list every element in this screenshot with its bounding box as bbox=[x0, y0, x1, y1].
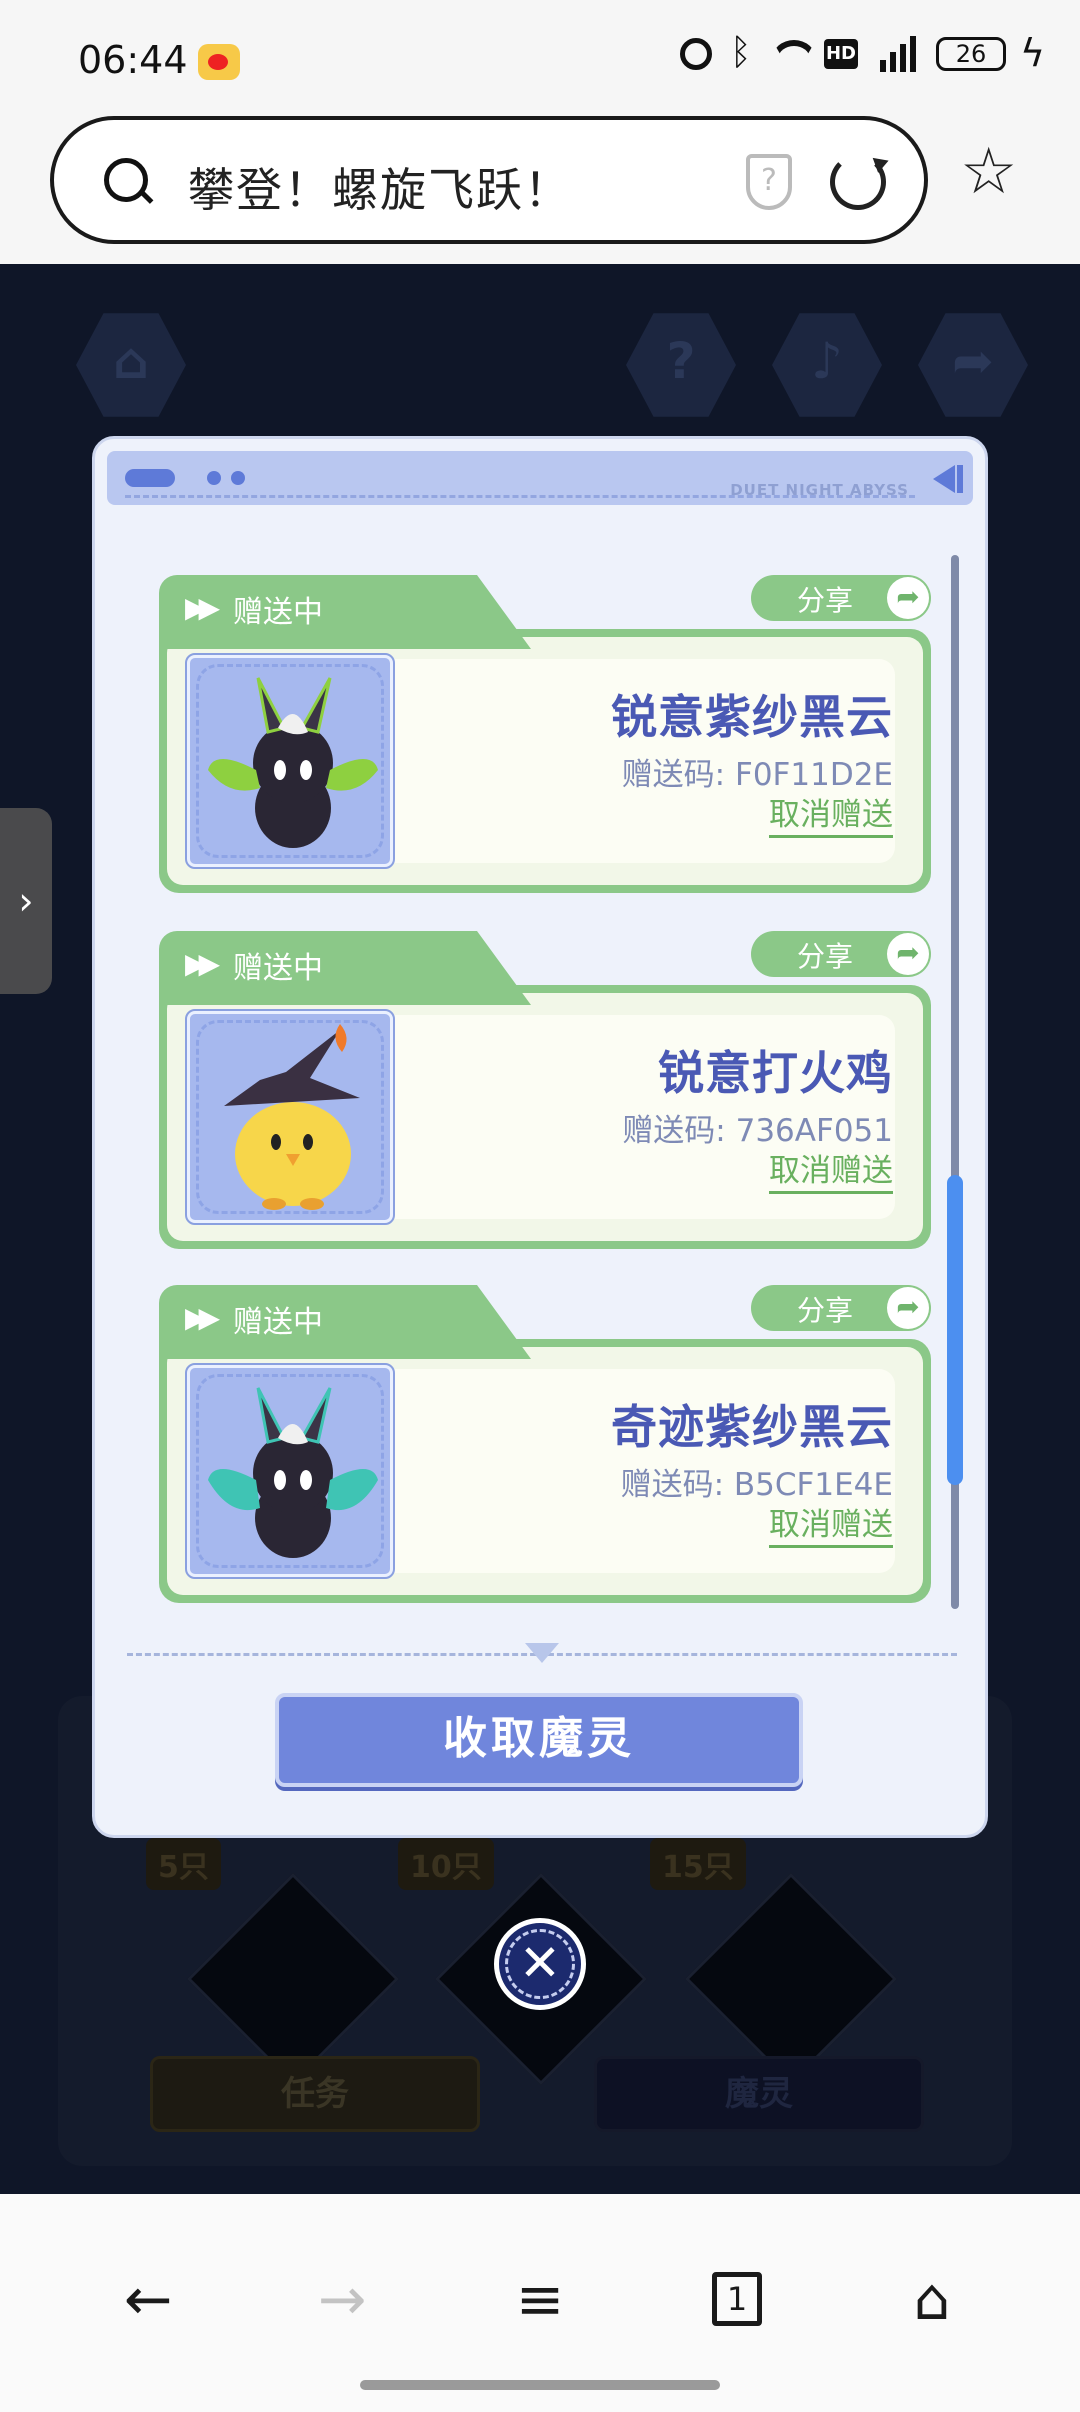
menu-icon[interactable]: ≡ bbox=[500, 2264, 580, 2334]
header-brand: DUET NIGHT ABYSS bbox=[730, 481, 909, 499]
gift-card: 奇迹紫纱黑云 赠送码: B5CF1E4E 取消赠送 ▶▶ 赠送中 分享 ➦ bbox=[159, 1285, 931, 1603]
share-button[interactable]: 分享 ➦ bbox=[751, 1285, 931, 1331]
status-label: 赠送中 bbox=[233, 951, 323, 986]
status-time: 06:44 bbox=[78, 38, 188, 82]
home-icon[interactable]: ⌂ bbox=[76, 313, 186, 417]
card-inner: 锐意紫纱黑云 赠送码: F0F11D2E 取消赠送 bbox=[167, 637, 923, 885]
cancel-gift-link[interactable]: 取消赠送 bbox=[769, 1153, 893, 1194]
task-button[interactable]: 任务 bbox=[150, 2056, 480, 2132]
card-body: 锐意打火鸡 赠送码: 736AF051 取消赠送 bbox=[159, 985, 931, 1249]
card-body: 奇迹紫纱黑云 赠送码: B5CF1E4E 取消赠送 bbox=[159, 1339, 931, 1603]
header-arrow-icon bbox=[933, 465, 963, 493]
cancel-gift-link[interactable]: 取消赠送 bbox=[769, 1507, 893, 1548]
browser-toolbar: 攀登！螺旋飞跃！ ? ☆ bbox=[0, 110, 1080, 264]
header-dot bbox=[207, 471, 221, 485]
alarm-icon bbox=[680, 38, 712, 70]
gift-code: 赠送码: B5CF1E4E bbox=[620, 1467, 893, 1503]
wifi-icon bbox=[768, 36, 808, 72]
spirit-portrait bbox=[185, 1009, 395, 1225]
weibo-notification-icon bbox=[198, 44, 240, 80]
card-body: 锐意紫纱黑云 赠送码: F0F11D2E 取消赠送 bbox=[159, 629, 931, 893]
share-arrow-icon: ➦ bbox=[887, 933, 929, 975]
search-icon bbox=[104, 158, 154, 208]
milestone-count: 5只 bbox=[146, 1838, 221, 1890]
bookmark-star-icon[interactable]: ☆ bbox=[960, 140, 1017, 204]
share-icon[interactable]: ➦ bbox=[918, 313, 1028, 417]
header-decoration bbox=[125, 469, 175, 487]
spirit-name: 锐意打火鸡 bbox=[658, 1046, 893, 1100]
status-tab: ▶▶ 赠送中 bbox=[159, 575, 459, 649]
collect-spirit-button[interactable]: 收取魔灵 bbox=[275, 1693, 803, 1787]
hd-icon: HD bbox=[824, 39, 858, 69]
fast-forward-icon: ▶▶ bbox=[185, 591, 220, 624]
share-label: 分享 bbox=[797, 940, 854, 973]
security-shield-icon[interactable]: ? bbox=[746, 154, 792, 210]
gift-list-modal: DUET NIGHT ABYSS 锐意紫纱黑云 赠送码: F0F11D2E 取消… bbox=[92, 436, 988, 1838]
share-label: 分享 bbox=[797, 1294, 854, 1327]
card-inner: 锐意打火鸡 赠送码: 736AF051 取消赠送 bbox=[167, 993, 923, 1241]
share-label: 分享 bbox=[797, 584, 854, 617]
cancel-gift-link[interactable]: 取消赠送 bbox=[769, 797, 893, 838]
share-button[interactable]: 分享 ➦ bbox=[751, 575, 931, 621]
spirit-button[interactable]: 魔灵 bbox=[594, 2056, 924, 2132]
card-inner: 奇迹紫纱黑云 赠送码: B5CF1E4E 取消赠送 bbox=[167, 1347, 923, 1595]
signal-icon bbox=[874, 36, 920, 72]
gift-code: 赠送码: 736AF051 bbox=[622, 1113, 893, 1149]
share-button[interactable]: 分享 ➦ bbox=[751, 931, 931, 977]
close-modal-button[interactable]: ✕ bbox=[494, 1918, 586, 2010]
back-icon[interactable]: ← bbox=[108, 2264, 188, 2334]
milestone-count: 15只 bbox=[650, 1838, 746, 1890]
address-bar[interactable]: 攀登！螺旋飞跃！ ? bbox=[50, 116, 928, 244]
milestone-count: 10只 bbox=[398, 1838, 494, 1890]
battery-indicator: 26 bbox=[936, 37, 1006, 71]
fast-forward-icon: ▶▶ bbox=[185, 1301, 220, 1334]
status-tab: ▶▶ 赠送中 bbox=[159, 931, 459, 1005]
header-dot bbox=[231, 471, 245, 485]
address-text[interactable]: 攀登！螺旋飞跃！ bbox=[188, 154, 572, 220]
browser-nav-bar: ← → ≡ 1 ⌂ bbox=[0, 2194, 1080, 2412]
spirit-name: 奇迹紫纱黑云 bbox=[611, 1400, 893, 1454]
status-icons: HD 26 bbox=[680, 31, 1045, 75]
gift-code: 赠送码: F0F11D2E bbox=[621, 757, 893, 793]
side-drawer-toggle[interactable]: › bbox=[0, 808, 52, 994]
bluetooth-icon bbox=[728, 32, 752, 73]
spirit-name: 锐意紫纱黑云 bbox=[611, 690, 893, 744]
fast-forward-icon: ▶▶ bbox=[185, 947, 220, 980]
status-label: 赠送中 bbox=[233, 1305, 323, 1340]
modal-header: DUET NIGHT ABYSS bbox=[107, 451, 973, 505]
tabs-count-icon[interactable]: 1 bbox=[712, 2272, 762, 2326]
spirit-portrait bbox=[185, 1363, 395, 1579]
charging-icon bbox=[1020, 31, 1045, 75]
help-icon[interactable]: ? bbox=[626, 313, 736, 417]
refresh-icon[interactable] bbox=[830, 154, 886, 210]
gift-card: 锐意打火鸡 赠送码: 736AF051 取消赠送 ▶▶ 赠送中 分享 ➦ bbox=[159, 931, 931, 1249]
status-tab: ▶▶ 赠送中 bbox=[159, 1285, 459, 1359]
music-off-icon[interactable]: ♪ bbox=[772, 313, 882, 417]
share-arrow-icon: ➦ bbox=[887, 1287, 929, 1329]
forward-icon[interactable]: → bbox=[302, 2264, 382, 2334]
status-label: 赠送中 bbox=[233, 595, 323, 630]
share-arrow-icon: ➦ bbox=[887, 577, 929, 619]
spirit-portrait bbox=[185, 653, 395, 869]
scrollbar-thumb[interactable] bbox=[947, 1175, 963, 1485]
gesture-home-bar[interactable] bbox=[360, 2380, 720, 2390]
gift-card: 锐意紫纱黑云 赠送码: F0F11D2E 取消赠送 ▶▶ 赠送中 分享 ➦ bbox=[159, 575, 931, 893]
home-icon[interactable]: ⌂ bbox=[892, 2264, 972, 2334]
status-bar: 06:44 HD 26 bbox=[0, 0, 1080, 110]
